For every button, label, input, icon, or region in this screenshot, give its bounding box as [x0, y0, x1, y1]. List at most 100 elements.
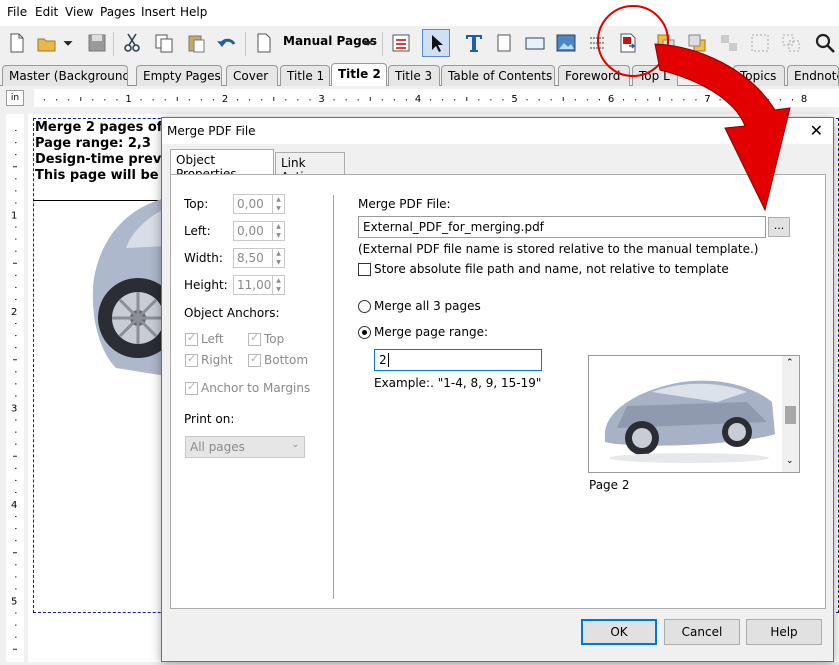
ruler-label: 7 — [704, 94, 710, 105]
tab-master-background[interactable]: Master (Background) — [2, 65, 128, 86]
scroll-thumb[interactable] — [785, 406, 796, 424]
ruler-tick — [188, 99, 190, 101]
ruler-tick — [755, 97, 757, 101]
scroll-up-icon[interactable]: ⌃ — [786, 358, 794, 368]
ruler-label: 3 — [11, 404, 17, 415]
tab-endnote[interactable]: Endnote — [787, 65, 839, 86]
tab-title-2[interactable]: Title 2 — [331, 63, 387, 87]
ruler-tick — [15, 612, 17, 614]
absolute-path-checkbox[interactable] — [358, 263, 371, 276]
menu-insert[interactable]: Insert — [141, 5, 175, 19]
absolute-path-label[interactable]: Store absolute file path and name, not r… — [374, 262, 729, 276]
preview-scrollbar[interactable]: ⌃ ⌄ — [782, 356, 799, 472]
column-divider — [333, 195, 334, 599]
merge-range-label[interactable]: Merge page range: — [374, 325, 488, 339]
ruler-unit-button[interactable]: in — [6, 90, 24, 106]
tab-title-1[interactable]: Title 1 — [280, 65, 330, 86]
cancel-button[interactable]: Cancel — [664, 619, 740, 645]
tab-title-3[interactable]: Title 3 — [388, 65, 440, 86]
ruler-tick — [15, 383, 17, 385]
ruler-tick — [490, 99, 492, 101]
new-file-icon[interactable] — [3, 29, 31, 57]
save-icon[interactable] — [83, 29, 111, 57]
menu-edit[interactable]: Edit — [35, 5, 58, 19]
group-icon[interactable] — [746, 29, 774, 57]
ungroup-icon[interactable] — [777, 29, 805, 57]
ruler-tick — [104, 99, 106, 101]
top-label: Top: — [184, 197, 209, 211]
rectangle-tool-icon[interactable] — [521, 29, 549, 57]
close-icon[interactable]: ✕ — [810, 121, 823, 140]
tab-empty-pages[interactable]: Empty Pages — [136, 65, 222, 86]
spinner-arrows-icon: ▲ ▼ — [272, 276, 284, 294]
pdf-object-caption[interactable]: Merge 2 pages of P Page range: 2,3 Desig… — [35, 120, 179, 184]
tab-object-properties[interactable]: Object Properties — [170, 149, 274, 181]
ok-button[interactable]: OK — [581, 619, 657, 645]
ruler-tick — [15, 564, 17, 566]
ruler-tick — [15, 636, 17, 638]
scroll-down-icon[interactable]: ⌄ — [786, 456, 794, 466]
image-tool-icon[interactable] — [552, 29, 580, 57]
ruler-tick — [15, 347, 17, 349]
pages-mode-dropdown-icon[interactable] — [358, 29, 378, 57]
frame-tool-icon[interactable] — [490, 29, 518, 57]
browse-button[interactable]: ... — [768, 217, 790, 237]
search-icon[interactable] — [811, 29, 839, 57]
open-dropdown-icon[interactable] — [58, 29, 78, 57]
tab-table-of-contents[interactable]: Table of Contents — [441, 65, 555, 86]
menu-file[interactable]: File — [7, 5, 27, 19]
ruler-tick — [719, 99, 721, 101]
ruler-tick — [550, 99, 552, 101]
send-to-back-icon[interactable] — [683, 29, 711, 57]
page-preview[interactable]: ⌃ ⌄ — [588, 355, 800, 473]
ruler-tick — [44, 99, 46, 101]
checklist-icon[interactable] — [387, 29, 415, 57]
paste-icon[interactable] — [182, 29, 210, 57]
print-on-select: All pages ⌄ — [185, 436, 305, 458]
top-spinner: 0,00 ▲ ▼ — [233, 194, 285, 214]
caption-line: Merge 2 pages of P — [35, 120, 177, 135]
tab-topics[interactable]: Topics — [733, 65, 785, 86]
ruler-tick — [15, 178, 17, 180]
caption-line: Design-time previe — [35, 152, 175, 167]
ruler-tick — [92, 99, 94, 101]
help-button[interactable]: Help — [746, 619, 822, 645]
chevron-down-icon: ⌄ — [291, 440, 299, 450]
table-tool-icon[interactable] — [583, 29, 611, 57]
ruler-tick — [13, 359, 17, 361]
text-tool-icon[interactable] — [460, 29, 488, 57]
ruler-tick — [430, 99, 432, 101]
select-pointer-icon[interactable] — [422, 29, 450, 57]
menu-view[interactable]: View — [65, 5, 93, 19]
left-label: Left: — [184, 224, 211, 238]
pdf-file-input[interactable]: External_PDF_for_merging.pdf — [358, 216, 766, 238]
merge-pdf-icon[interactable] — [614, 29, 642, 57]
tab-foreword[interactable]: Foreword — [558, 65, 630, 86]
tab-link-action[interactable]: Link Action — [275, 152, 345, 184]
ruler-tick — [15, 491, 17, 493]
menu-help[interactable]: Help — [180, 5, 207, 19]
ruler-tick — [381, 99, 383, 101]
tab-top-level[interactable]: Top L — [632, 65, 678, 86]
ruler-tick — [538, 99, 540, 101]
copy-icon[interactable] — [150, 29, 178, 57]
ruler-label: 1 — [11, 211, 17, 222]
tab-cover[interactable]: Cover — [226, 65, 278, 86]
print-on-value: All pages — [190, 440, 245, 454]
align-icon[interactable] — [715, 29, 743, 57]
anchor-right-label: Right — [201, 353, 233, 367]
undo-icon[interactable] — [213, 29, 241, 57]
merge-all-radio[interactable] — [358, 300, 371, 313]
dialog-title-bar[interactable]: Merge PDF File ✕ — [162, 118, 833, 144]
bring-to-front-icon[interactable] — [652, 29, 680, 57]
merge-range-radio[interactable] — [358, 326, 371, 339]
page-icon[interactable] — [250, 29, 278, 57]
merge-all-label[interactable]: Merge all 3 pages — [374, 299, 481, 313]
open-folder-icon[interactable] — [33, 29, 61, 57]
menu-pages[interactable]: Pages — [100, 5, 135, 19]
page-range-input[interactable]: 2 — [374, 349, 542, 371]
ruler-tick — [791, 99, 793, 101]
ruler-tick — [309, 99, 311, 101]
ruler-label: 4 — [415, 94, 421, 105]
cut-icon[interactable] — [118, 29, 146, 57]
